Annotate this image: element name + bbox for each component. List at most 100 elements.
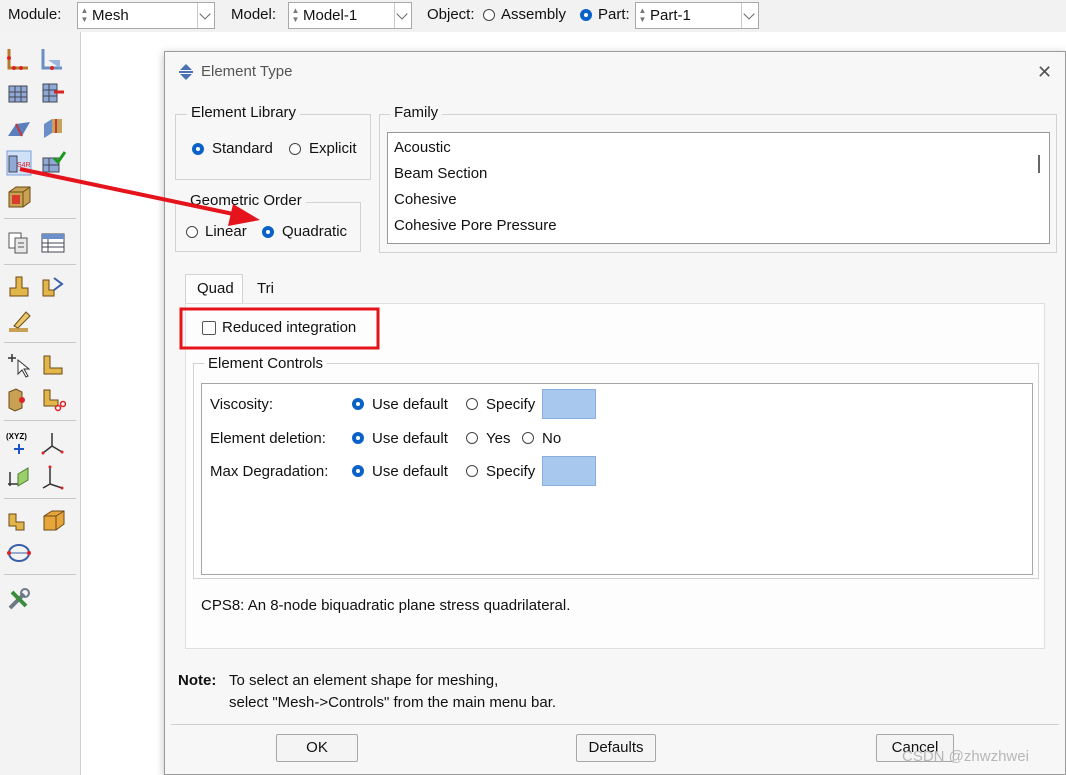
list-item[interactable]: Acoustic xyxy=(394,139,451,156)
part-combo[interactable]: ▲ ▼ Part-1 xyxy=(635,2,759,29)
select-edit-icon[interactable] xyxy=(6,352,32,378)
toolbox-separator xyxy=(4,264,76,265)
boundary-mesh-icon[interactable] xyxy=(6,540,32,566)
dialog-app-icon xyxy=(179,64,193,80)
svg-text:S4R: S4R xyxy=(17,162,31,169)
assembly-label: Assembly xyxy=(501,6,567,23)
toolbox-separator xyxy=(4,420,76,421)
element-description: CPS8: An 8-node biquadratic plane stress… xyxy=(201,597,571,614)
solid-part-icon[interactable] xyxy=(40,508,66,534)
deletion-yes-radio[interactable] xyxy=(466,432,478,444)
note-line-2: select "Mesh->Controls" from the main me… xyxy=(229,694,557,711)
module-value: Mesh xyxy=(92,7,129,24)
quadratic-label: Quadratic xyxy=(282,223,348,240)
deletion-use-default-radio[interactable] xyxy=(352,432,364,444)
spin-icon: ▲ ▼ xyxy=(638,6,647,24)
list-item[interactable]: Beam Section xyxy=(394,165,487,182)
create-mesh-part-icon[interactable] xyxy=(6,274,32,300)
family-listbox[interactable]: Acoustic Beam Section Cohesive Cohesive … xyxy=(387,132,1050,244)
reduced-integration-checkbox[interactable] xyxy=(202,321,216,335)
degradation-specify-label: Specify xyxy=(486,463,536,480)
tab-tri[interactable]: Tri xyxy=(245,276,285,303)
sweep-mesh-icon[interactable] xyxy=(6,508,32,534)
partition-face-icon[interactable] xyxy=(6,116,32,142)
toolbox-separator xyxy=(4,342,76,343)
tools-icon[interactable] xyxy=(6,586,32,612)
explicit-label: Explicit xyxy=(309,140,357,157)
close-icon[interactable]: ✕ xyxy=(1037,62,1052,83)
deletion-use-default-label: Use default xyxy=(372,430,448,447)
partition-cell-icon[interactable] xyxy=(40,116,66,142)
viscosity-specify-label: Specify xyxy=(486,396,536,413)
spin-icon: ▲ ▼ xyxy=(80,6,89,24)
defaults-button[interactable]: Defaults xyxy=(576,734,656,762)
note-line-1: To select an element shape for meshing, xyxy=(229,672,499,689)
delete-mesh-icon[interactable] xyxy=(40,80,66,106)
edit-element-icon[interactable] xyxy=(40,352,66,378)
family-scrollbar[interactable] xyxy=(1038,155,1040,173)
cut-mesh-icon[interactable] xyxy=(40,386,66,412)
module-label: Module: xyxy=(8,6,62,23)
degradation-use-default-radio[interactable] xyxy=(352,465,364,477)
copy-mesh-part-icon[interactable] xyxy=(40,274,66,300)
part-radio[interactable] xyxy=(580,9,592,21)
svg-text:(XYZ): (XYZ) xyxy=(6,432,27,441)
datum-plane-icon[interactable] xyxy=(6,464,32,490)
list-item[interactable]: Cohesive Pore Pressure xyxy=(394,217,557,234)
standard-label: Standard xyxy=(212,140,273,157)
viscosity-use-default-radio[interactable] xyxy=(352,398,364,410)
tab-quad-label: Quad xyxy=(197,280,234,297)
viscosity-value-input[interactable] xyxy=(542,389,596,419)
deletion-no-radio[interactable] xyxy=(522,432,534,444)
tab-quad[interactable]: Quad xyxy=(185,274,243,304)
table-icon[interactable] xyxy=(40,230,66,256)
quadratic-radio[interactable] xyxy=(262,226,274,238)
query-icon[interactable] xyxy=(6,230,32,256)
chevron-down-icon[interactable] xyxy=(741,3,758,28)
spin-icon: ▲ ▼ xyxy=(291,6,300,24)
part-value: Part-1 xyxy=(650,7,691,24)
assign-element-type-icon[interactable]: S4R xyxy=(6,150,32,176)
degradation-value-input[interactable] xyxy=(542,456,596,486)
model-value: Model-1 xyxy=(303,7,358,24)
chevron-down-icon[interactable] xyxy=(197,3,214,28)
reduced-integration-label: Reduced integration xyxy=(222,319,357,336)
create-point-icon[interactable]: (XYZ) xyxy=(6,430,32,456)
note-label: Note: xyxy=(178,672,217,689)
object-label: Object: xyxy=(427,6,475,23)
mesh-toolbox: S4R (XYZ) xyxy=(0,32,81,775)
shape-modify-icon[interactable] xyxy=(6,386,32,412)
viscosity-specify-radio[interactable] xyxy=(466,398,478,410)
model-combo[interactable]: ▲ ▼ Model-1 xyxy=(288,2,412,29)
seed-edges-icon[interactable] xyxy=(40,46,66,72)
datum-csys-icon[interactable] xyxy=(40,430,66,456)
dialog-title: Element Type xyxy=(201,63,293,80)
family-label: Family xyxy=(390,104,443,121)
element-deletion-label: Element deletion: xyxy=(210,430,326,447)
explicit-radio[interactable] xyxy=(289,143,301,155)
max-degradation-label: Max Degradation: xyxy=(210,463,329,480)
button-row-separator xyxy=(171,724,1059,725)
tab-tri-label: Tri xyxy=(257,280,274,297)
element-library-label: Element Library xyxy=(187,104,301,121)
viscosity-use-default-label: Use default xyxy=(372,396,448,413)
standard-radio[interactable] xyxy=(192,143,204,155)
element-type-dialog: Element Type ✕ Element Library Standard … xyxy=(164,51,1066,775)
viscosity-label: Viscosity: xyxy=(210,396,274,413)
mesh-part-icon[interactable] xyxy=(6,80,32,106)
linear-label: Linear xyxy=(205,223,247,240)
module-combo[interactable]: ▲ ▼ Mesh xyxy=(77,2,215,29)
mesh-edit-pencil-icon[interactable] xyxy=(6,308,32,334)
part-label: Part: xyxy=(598,6,630,23)
chevron-down-icon[interactable] xyxy=(394,3,411,28)
linear-radio[interactable] xyxy=(186,226,198,238)
edit-mesh-icon[interactable] xyxy=(6,184,32,210)
list-item[interactable]: Cohesive xyxy=(394,191,457,208)
verify-mesh-icon[interactable] xyxy=(40,150,66,176)
ok-button[interactable]: OK xyxy=(276,734,358,762)
degradation-use-default-label: Use default xyxy=(372,463,448,480)
datum-axis-icon[interactable] xyxy=(40,464,66,490)
assembly-radio[interactable] xyxy=(483,9,495,21)
degradation-specify-radio[interactable] xyxy=(466,465,478,477)
seed-part-icon[interactable] xyxy=(6,46,32,72)
